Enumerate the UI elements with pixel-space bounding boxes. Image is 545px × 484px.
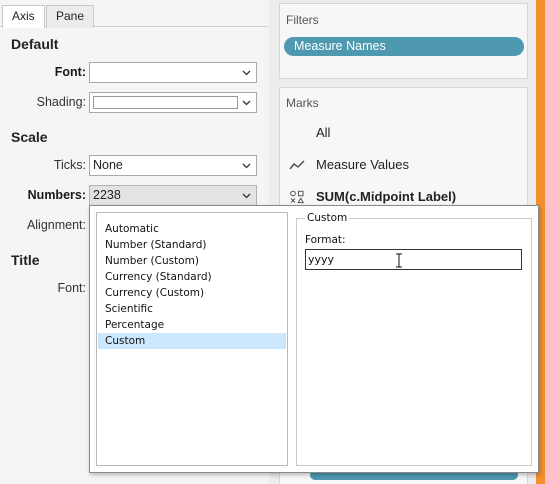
alignment-label: Alignment: [26, 218, 86, 232]
default-font-dropdown[interactable] [89, 62, 257, 83]
format-option-number-custom[interactable]: Number (Custom) [98, 253, 286, 269]
chevron-down-icon [242, 100, 251, 106]
title-font-label: Font: [57, 281, 87, 295]
marks-row-label: Measure Values [316, 157, 409, 172]
shape-mark-icon [290, 190, 305, 204]
format-option-number-standard[interactable]: Number (Standard) [98, 237, 286, 253]
format-option-percentage[interactable]: Percentage [98, 317, 286, 333]
format-option-currency-custom[interactable]: Currency (Custom) [98, 285, 286, 301]
measure-names-pill[interactable]: Measure Names [284, 37, 524, 56]
shading-label: Shading: [36, 95, 86, 109]
line-mark-icon [289, 160, 305, 170]
number-format-list[interactable]: Automatic Number (Standard) Number (Cust… [96, 212, 288, 466]
text-cursor-icon [396, 253, 402, 268]
tab-axis[interactable]: Axis [2, 5, 45, 28]
scale-heading: Scale [11, 129, 48, 145]
numbers-dropdown[interactable]: 2238 [89, 185, 257, 206]
format-option-automatic[interactable]: Automatic [98, 221, 286, 237]
marks-title: Marks [286, 96, 319, 110]
format-option-scientific[interactable]: Scientific [98, 301, 286, 317]
ticks-value: None [93, 158, 123, 172]
filters-card: Filters Measure Names [279, 3, 528, 79]
default-heading: Default [11, 36, 59, 52]
format-input[interactable]: yyyy [305, 249, 522, 270]
format-input-value: yyyy [308, 253, 335, 266]
format-option-currency-standard[interactable]: Currency (Standard) [98, 269, 286, 285]
chevron-down-icon [242, 193, 251, 199]
title-heading: Title [11, 252, 40, 268]
chevron-down-icon [242, 70, 251, 76]
shading-dropdown[interactable] [89, 92, 257, 113]
shading-swatch [93, 96, 238, 109]
marks-row-label: All [316, 125, 331, 140]
format-label: Format: [305, 234, 346, 246]
marks-row-measure-values[interactable]: Measure Values [280, 150, 527, 180]
format-option-custom[interactable]: Custom [98, 333, 286, 349]
number-format-popup: Automatic Number (Standard) Number (Cust… [89, 205, 539, 473]
chevron-down-icon [242, 163, 251, 169]
ticks-dropdown[interactable]: None [89, 155, 257, 176]
format-tabs: Axis Pane [0, 0, 268, 28]
filters-title: Filters [286, 13, 319, 27]
marks-row-all[interactable]: All [280, 118, 527, 148]
tab-pane[interactable]: Pane [46, 5, 95, 28]
numbers-label: Numbers: [27, 188, 86, 202]
custom-group-title: Custom [305, 212, 350, 224]
numbers-value: 2238 [93, 188, 121, 202]
custom-format-group: Custom Format: yyyy [296, 212, 532, 466]
default-font-label: Font: [54, 65, 86, 79]
ticks-label: Ticks: [53, 158, 86, 172]
